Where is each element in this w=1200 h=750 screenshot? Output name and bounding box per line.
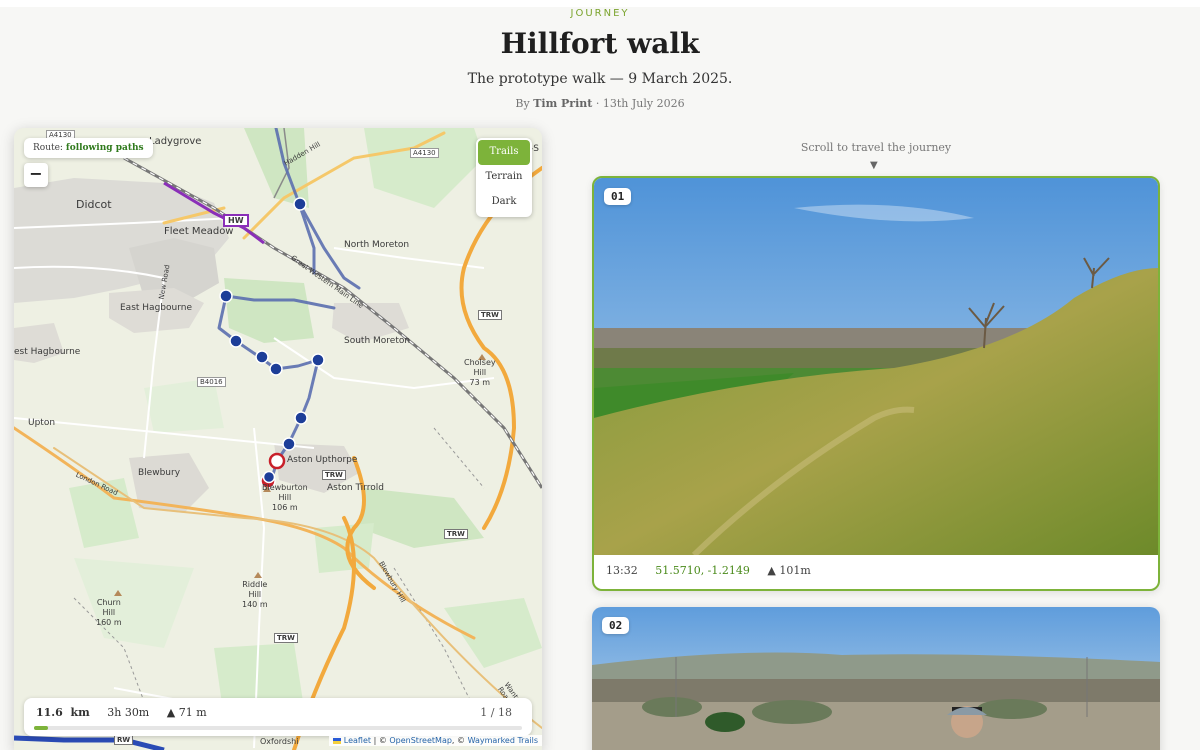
card-time: 13:32 xyxy=(606,564,638,577)
stop-counter: 1 / 18 xyxy=(480,706,512,719)
byline: By Tim Print · 13th July 2026 xyxy=(0,97,1200,110)
distance-value: 11.6 xyxy=(36,706,63,719)
card-photo-hillfort xyxy=(594,178,1158,555)
road-blewbury-hill: Blewbury Hill xyxy=(377,560,407,604)
place-south-moreton: South Moreton xyxy=(344,336,411,346)
rail-great-western: Great Western Main Line xyxy=(289,254,365,310)
leaflet-flag-icon xyxy=(333,737,342,744)
layer-terrain-button[interactable]: Terrain xyxy=(478,165,530,190)
place-east-hagbourne: East Hagbourne xyxy=(120,303,192,313)
place-ladygrove: Ladygrove xyxy=(149,136,202,147)
route-mode-label: Route: xyxy=(33,143,63,153)
place-blewburton-hill: Blewburton Hill 106 m xyxy=(262,483,308,512)
route-hw-badge: HW xyxy=(223,214,249,227)
place-aston-upthorpe: Aston Upthorpe xyxy=(287,455,358,465)
route-trw-badge-1: TRW xyxy=(478,310,502,320)
zoom-out-button[interactable]: − xyxy=(24,163,48,187)
card-number: 01 xyxy=(604,188,632,205)
place-upton: Upton xyxy=(28,418,56,428)
leaflet-link[interactable]: Leaflet xyxy=(344,736,371,745)
scroll-down-icon: ▼ xyxy=(870,160,878,171)
journey-card-01[interactable]: 01 13:32 51.5710, -1.2149 ▲ 101m xyxy=(592,176,1160,591)
place-churn-hill: Churn Hill 160 m xyxy=(96,598,122,627)
top-bar xyxy=(0,0,1200,7)
journey-map[interactable]: Ladygrove Didcot Fleet Meadow North More… xyxy=(14,128,542,750)
duration-stat: 3h 30m xyxy=(107,706,150,719)
road-new-road: New Road xyxy=(157,264,172,300)
journey-stats: 11.6 km 3h 30m ▲ 71 m 1 / 18 xyxy=(24,698,532,736)
road-hadden-hill: Hadden Hill xyxy=(282,140,322,168)
route-trw-badge-3: TRW xyxy=(444,529,468,539)
place-blewbury: Blewbury xyxy=(138,468,181,478)
layer-trails-button[interactable]: Trails xyxy=(478,140,530,165)
card-meta: 13:32 51.5710, -1.2149 ▲ 101m xyxy=(606,564,811,577)
layer-dark-button[interactable]: Dark xyxy=(478,190,530,215)
card-coordinates[interactable]: 51.5710, -1.2149 xyxy=(655,564,750,577)
route-rw-badge: RW xyxy=(114,735,134,745)
map-attribution: Leaflet | © OpenStreetMap, © Waymarked T… xyxy=(329,735,542,746)
place-didcot: Didcot xyxy=(76,198,112,211)
page-title: Hillfort walk xyxy=(500,27,700,60)
map-labels: Ladygrove Didcot Fleet Meadow North More… xyxy=(14,128,542,750)
author-link[interactable]: Tim Print xyxy=(533,97,592,110)
route-mode-chip[interactable]: Route: following paths xyxy=(24,138,153,158)
place-cholsey-hill: Cholsey Hill 73 m xyxy=(464,358,496,387)
waymarked-trails-link[interactable]: Waymarked Trails xyxy=(468,736,538,745)
place-fleet-meadow: Fleet Meadow xyxy=(164,226,234,237)
publish-date: · 13th July 2026 xyxy=(595,97,685,110)
road-a4130-east: A4130 xyxy=(410,148,439,158)
osm-link[interactable]: OpenStreetMap xyxy=(389,736,452,745)
card-elevation: ▲ 101m xyxy=(767,564,811,577)
byline-by: By xyxy=(515,97,530,110)
distance-unit: km xyxy=(70,706,90,719)
place-north-moreton: North Moreton xyxy=(344,240,410,250)
journey-progress-fill xyxy=(34,726,48,730)
route-mode-value: following paths xyxy=(65,143,144,153)
distance-stat: 11.6 km xyxy=(36,706,90,719)
page-header: JOURNEY Hillfort walk The prototype walk… xyxy=(0,8,1200,110)
route-trw-badge-2: TRW xyxy=(322,470,346,480)
layer-switcher: Trails Terrain Dark xyxy=(476,138,532,217)
place-oxfordshire: Oxfordshi xyxy=(260,737,299,746)
card-number: 02 xyxy=(602,617,630,634)
road-b4016: B4016 xyxy=(197,377,226,387)
journey-progress-bar xyxy=(34,726,522,730)
road-london-road: London Road xyxy=(74,470,120,498)
scroll-hint: Scroll to travel the journey xyxy=(800,141,952,154)
page-subtitle: The prototype walk — 9 March 2025. xyxy=(467,71,733,87)
section-kicker: JOURNEY xyxy=(570,8,630,19)
place-riddle-hill: Riddle Hill 140 m xyxy=(242,580,268,609)
journey-card-02[interactable]: 02 xyxy=(592,607,1160,750)
route-trw-badge-4: TRW xyxy=(274,633,298,643)
place-west-hagbourne: est Hagbourne xyxy=(14,347,81,357)
ascent-stat: ▲ 71 m xyxy=(166,706,207,719)
place-aston-tirrold: Aston Tirrold xyxy=(327,483,384,493)
card-photo-view xyxy=(592,607,1160,750)
